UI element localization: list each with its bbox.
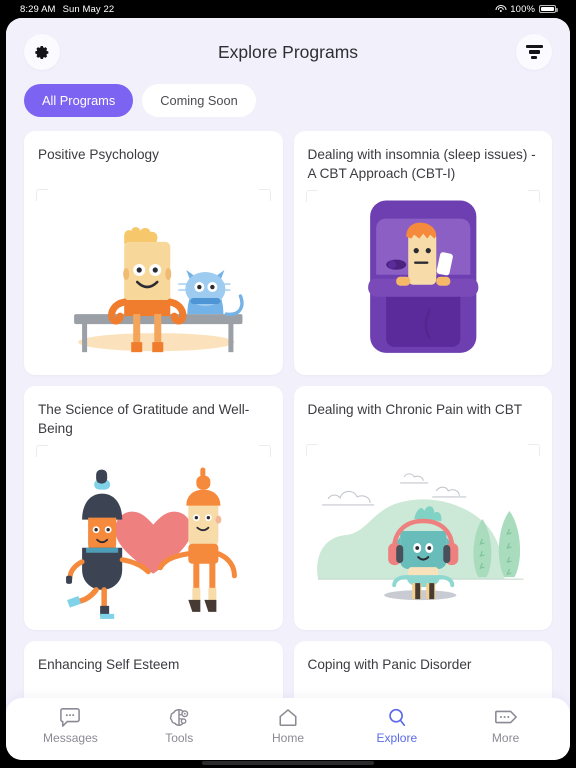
app-screen: Explore Programs All Programs Coming Soo…: [6, 18, 570, 760]
program-card-chronic-pain[interactable]: Dealing with Chronic Pain with CBT: [293, 386, 552, 630]
status-date: Sun May 22: [62, 3, 115, 15]
nav-item-tools[interactable]: Tools: [125, 707, 234, 745]
program-card-gratitude[interactable]: The Science of Gratitude and Well-Being: [24, 386, 283, 630]
status-time: 8:29 AM: [20, 3, 56, 15]
brain-gear-icon: [168, 707, 190, 727]
program-title: The Science of Gratitude and Well-Being: [38, 402, 250, 437]
ipad-device-frame: 8:29 AM Sun May 22 100% Explore Programs: [0, 0, 576, 768]
home-icon: [277, 707, 299, 727]
filter-icon: [525, 45, 543, 60]
program-title: Dealing with Chronic Pain with CBT: [307, 402, 523, 417]
home-indicator: [202, 761, 374, 765]
app-header: Explore Programs All Programs Coming Soo…: [6, 18, 570, 131]
nav-label: Messages: [43, 731, 98, 745]
program-illustration-two-characters-holding-heart: [36, 444, 271, 620]
page-title: Explore Programs: [217, 41, 359, 62]
search-icon: [386, 707, 408, 727]
program-card-positive-psychology[interactable]: Positive Psychology: [24, 131, 283, 375]
wifi-icon: [495, 4, 507, 14]
nav-label: Explore: [376, 731, 418, 745]
bottom-navigation: Messages Tools Home Explore More: [6, 698, 570, 760]
chat-bubble-icon: [59, 707, 81, 727]
program-illustration-character-with-headphones-outdoors: [305, 444, 540, 620]
program-card-insomnia[interactable]: Dealing with insomnia (sleep issues) - A…: [293, 131, 552, 375]
tab-coming-soon[interactable]: Coming Soon: [142, 84, 256, 117]
program-title: Dealing with insomnia (sleep issues) - A…: [307, 147, 536, 182]
nav-item-more[interactable]: More: [451, 707, 560, 745]
more-dots-icon: [494, 707, 518, 727]
nav-item-explore[interactable]: Explore: [342, 707, 451, 745]
tab-bar: All Programs Coming Soon: [24, 74, 552, 131]
program-title: Positive Psychology: [38, 147, 159, 162]
program-illustration-character-in-bed-with-phone: [305, 189, 540, 365]
status-bar: 8:29 AM Sun May 22 100%: [6, 0, 570, 18]
program-illustration-character-and-cat-on-bench: [36, 189, 271, 365]
settings-button[interactable]: [24, 34, 60, 70]
programs-scroll-area[interactable]: Positive Psychology Dealing with insomni…: [6, 131, 570, 760]
nav-item-home[interactable]: Home: [234, 707, 343, 745]
battery-full-icon: [539, 4, 558, 14]
tab-all-programs[interactable]: All Programs: [24, 84, 134, 117]
program-title: Enhancing Self Esteem: [38, 657, 180, 672]
nav-label: Tools: [165, 731, 194, 745]
filter-button[interactable]: [516, 34, 552, 70]
nav-label: More: [491, 731, 520, 745]
battery-percent: 100%: [510, 3, 535, 15]
gear-icon: [34, 45, 48, 59]
nav-item-messages[interactable]: Messages: [16, 707, 125, 745]
nav-label: Home: [271, 731, 304, 745]
program-title: Coping with Panic Disorder: [307, 657, 472, 672]
programs-grid: Positive Psychology Dealing with insomni…: [24, 131, 552, 760]
